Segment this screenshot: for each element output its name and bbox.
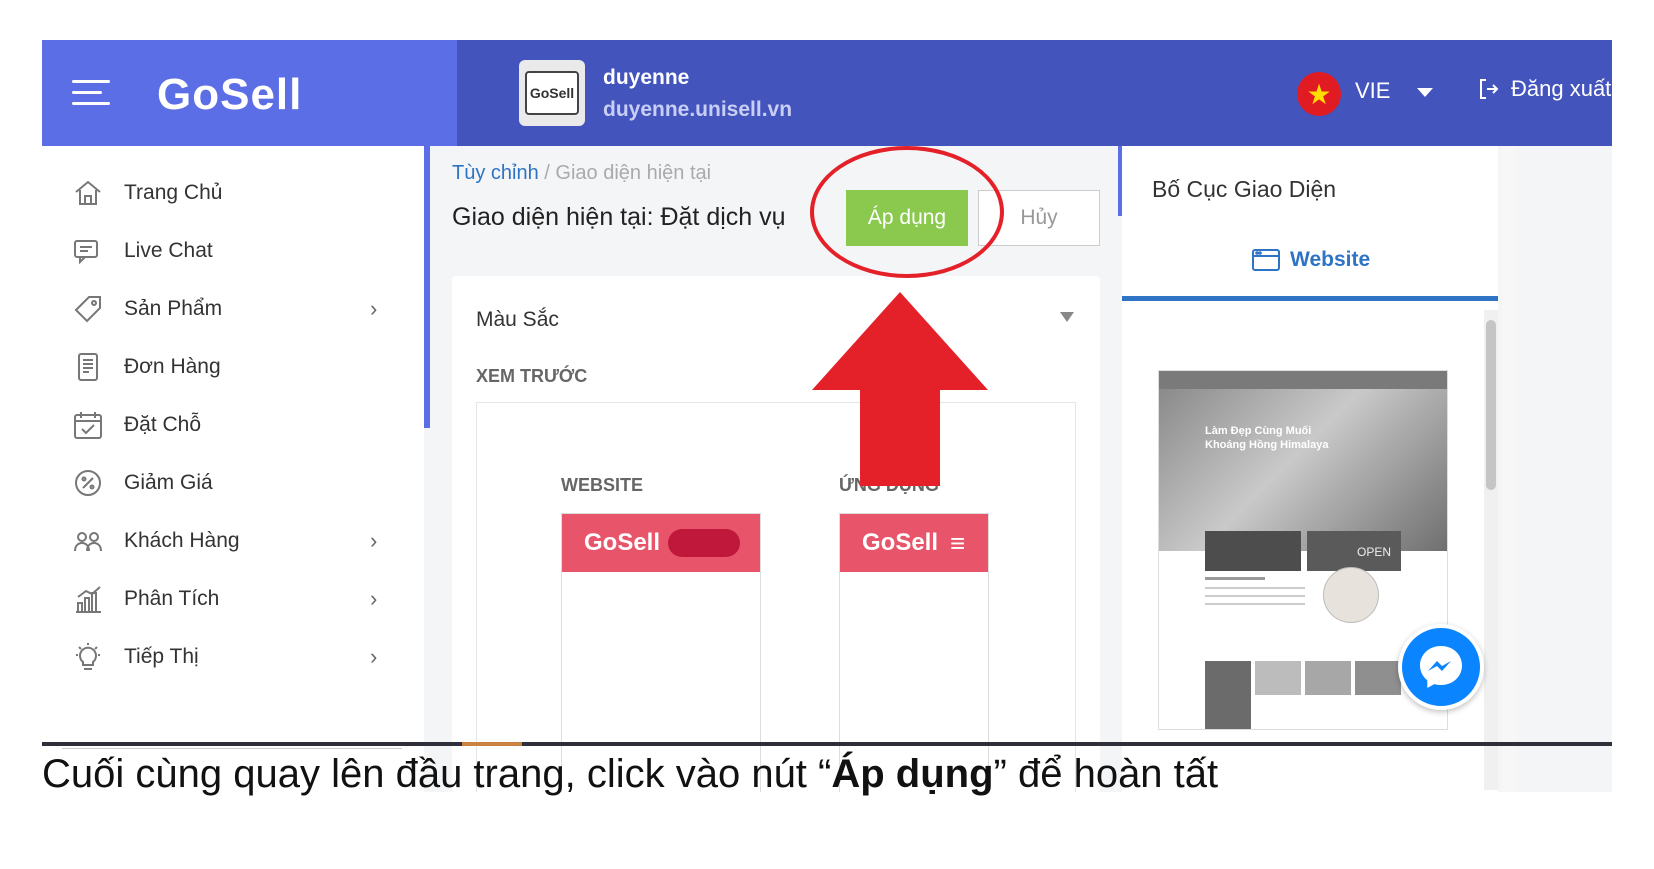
store-name: duyenne: [603, 66, 690, 89]
sidebar-item-label: Live Chat: [124, 239, 213, 262]
logout-label: Đăng xuất: [1511, 76, 1612, 101]
thumb-headline: Làm Đẹp Cùng Muối: [1205, 425, 1312, 437]
color-settings-card: Màu Sắc XEM TRƯỚC WEBSITE ỨNG DỤNG GoSel…: [452, 276, 1100, 792]
store-url: duyenne.unisell.vn: [603, 98, 793, 121]
preview-website-label: WEBSITE: [561, 475, 644, 495]
thumb-nav: [1159, 371, 1447, 389]
sidebar-item-home[interactable]: Trang Chủ: [42, 168, 424, 218]
sidebar-item-label: Khách Hàng: [124, 529, 240, 552]
caret-down-icon[interactable]: [1060, 312, 1074, 322]
thumb-text-line: [1205, 603, 1305, 605]
thumb-text-line: [1205, 595, 1305, 597]
panel-scrollbar-thumb[interactable]: [1486, 320, 1496, 490]
sidebar-item-label: Trang Chủ: [124, 181, 223, 204]
sidebar-item-marketing[interactable]: Tiếp Thị ›: [42, 632, 424, 682]
sidebar-item-customers[interactable]: Khách Hàng ›: [42, 516, 424, 566]
hamburger-menu-icon[interactable]: [72, 80, 110, 106]
chevron-down-icon[interactable]: [1417, 88, 1433, 97]
sidebar: Trang Chủ Live Chat Sản Phẩm › Đơn Hàng …: [42, 146, 424, 792]
chevron-right-icon: ›: [370, 528, 378, 553]
thumb-open-sign: OPEN: [1356, 545, 1391, 559]
thumb-text-line: [1205, 577, 1265, 580]
breadcrumb-link-customize[interactable]: Tùy chỉnh: [452, 162, 539, 184]
language-label[interactable]: VIE: [1355, 78, 1390, 104]
sidebar-item-products[interactable]: Sản Phẩm ›: [42, 284, 424, 334]
breadcrumb: Tùy chỉnh / Giao diện hiện tại: [452, 162, 711, 185]
receipt-icon: [78, 353, 98, 381]
store-avatar: GoSell: [519, 60, 585, 126]
page-title: Giao diện hiện tại: Đặt dịch vụ: [452, 203, 786, 231]
thumb-text-line: [1205, 587, 1305, 589]
thumb-card: OPEN: [1307, 531, 1401, 571]
sidebar-item-live-chat[interactable]: Live Chat: [42, 226, 424, 276]
thumb-product-image: [1323, 567, 1379, 623]
preview-logo: GoSell: [862, 529, 939, 556]
active-tab-indicator: [1122, 296, 1498, 301]
customers-icon: [74, 532, 102, 552]
sidebar-item-label: Sản Phẩm: [124, 297, 223, 320]
sidebar-item-discounts[interactable]: Giảm Giá: [42, 458, 424, 508]
calendar-check-icon: [74, 412, 102, 439]
caption-emphasis: Áp dụng: [831, 752, 994, 796]
vietnam-flag-icon[interactable]: ★: [1297, 72, 1341, 116]
sidebar-scroll-indicator[interactable]: [424, 146, 430, 428]
browser-window-icon: [1252, 249, 1280, 271]
page-scrollbar[interactable]: [1502, 146, 1516, 792]
chat-icon: [74, 240, 98, 265]
lightbulb-icon: [76, 643, 100, 670]
highlight-circle: [810, 146, 1004, 278]
logout-button[interactable]: Đăng xuất: [1477, 76, 1611, 102]
thumb-service-tile: [1255, 661, 1301, 695]
caption-text: Cuối cùng quay lên đầu trang, click vào …: [42, 752, 832, 796]
sidebar-item-label: Phân Tích: [124, 587, 220, 610]
chevron-right-icon: ›: [370, 644, 378, 669]
sidebar-item-orders[interactable]: Đơn Hàng: [42, 342, 424, 392]
website-preview-header: GoSell: [562, 514, 760, 572]
preview-label: XEM TRƯỚC: [476, 366, 588, 386]
discount-icon: [75, 470, 101, 496]
header-bar: GoSell duyenne duyenne.unisell.vn ★ VIE …: [457, 40, 1612, 146]
instruction-caption: Cuối cùng quay lên đầu trang, click vào …: [42, 752, 1218, 797]
app-preview-header: GoSell ≡: [840, 514, 988, 572]
messenger-button[interactable]: [1398, 624, 1484, 710]
horizontal-scrollbar[interactable]: [42, 742, 1612, 746]
chevron-right-icon: ›: [370, 296, 378, 321]
preview-logo: GoSell: [584, 529, 661, 556]
gosell-logo[interactable]: GoSell: [157, 70, 302, 120]
store-avatar-logo: GoSell: [525, 71, 579, 115]
thumb-service-tile: [1205, 661, 1251, 729]
tab-label: Website: [1290, 248, 1371, 271]
chevron-right-icon: ›: [370, 586, 378, 611]
thumb-service-tile: [1355, 661, 1401, 695]
breadcrumb-separator: /: [544, 162, 550, 184]
preview-accent-pill: [668, 529, 741, 557]
messenger-icon: [1420, 646, 1462, 688]
sidebar-item-label: Đặt Chỗ: [124, 413, 202, 436]
analytics-icon: [76, 586, 101, 613]
horizontal-scrollbar-thumb[interactable]: [462, 742, 522, 746]
card-title: Màu Sắc: [476, 308, 559, 331]
sidebar-item-analytics[interactable]: Phân Tích ›: [42, 574, 424, 624]
caption-text: ” để hoàn tất: [993, 752, 1219, 796]
thumb-hero-image: Làm Đẹp Cùng Muối Khoáng Hồng Himalaya O…: [1159, 389, 1447, 571]
panel-title: Bố Cục Giao Diện: [1152, 176, 1337, 202]
sidebar-item-label: Tiếp Thị: [124, 645, 199, 668]
website-preview-frame: GoSell: [561, 513, 761, 792]
header-brand-area: GoSell: [42, 40, 457, 146]
home-icon: [75, 180, 101, 205]
sidebar-item-label: Đơn Hàng: [124, 355, 221, 378]
app-preview-frame: GoSell ≡: [839, 513, 989, 792]
thumb-headline: Khoáng Hồng Himalaya: [1205, 439, 1329, 451]
tab-website[interactable]: Website: [1252, 248, 1370, 272]
thumb-service-tile: [1305, 661, 1351, 695]
menu-icon: ≡: [950, 527, 966, 558]
sidebar-item-label: Giảm Giá: [124, 471, 213, 494]
sidebar-item-reservations[interactable]: Đặt Chỗ: [42, 400, 424, 450]
logout-icon: [1480, 79, 1499, 99]
breadcrumb-current: Giao diện hiện tại: [555, 162, 712, 184]
thumb-card: [1205, 531, 1301, 571]
up-arrow-annotation: [812, 292, 988, 486]
tag-icon: [74, 296, 101, 323]
sidebar-divider: [62, 748, 402, 749]
